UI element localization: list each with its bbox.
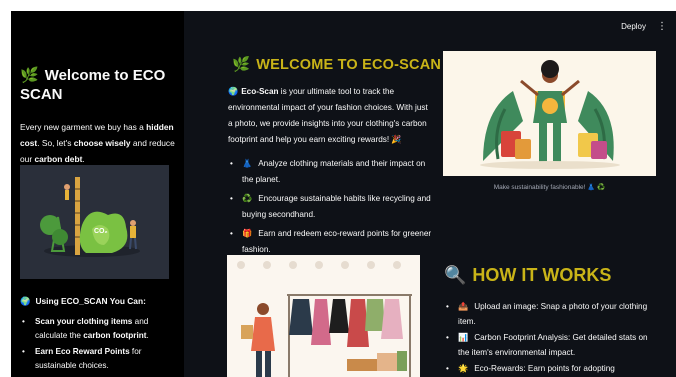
chart-icon: 📊 (458, 333, 469, 342)
feature-text: Earn and redeem eco-reward points for gr… (242, 229, 432, 254)
welcome-title-text: WELCOME TO ECO-SCAN (256, 57, 442, 73)
gift-icon: 🎁 (242, 229, 253, 238)
list-item: 👗Analyze clothing materials and their im… (228, 156, 433, 187)
sustainable-fashion-illustration (443, 51, 656, 176)
sidebar-subtitle-text: Using ECO_SCAN You Can: (35, 296, 146, 306)
co2-label: CO₂ (94, 228, 108, 235)
feature-text: Analyze clothing materials and their imp… (242, 159, 426, 184)
sidebar-subtitle: 🌍 Using ECO_SCAN You Can: (20, 296, 146, 307)
feature-text: Encourage sustainable habits like recycl… (242, 194, 431, 219)
magnifier-icon: 🔍 (444, 265, 467, 285)
list-item: 🌟 Eco-Rewards: Earn points for adopting (444, 362, 649, 377)
list-item: 📊Carbon Footprint Analysis: Get detailed… (444, 331, 649, 360)
seedling-icon: 🌿 (232, 57, 251, 73)
item-bold-2: carbon footprint (83, 331, 147, 340)
item-text-2: . (146, 331, 149, 340)
feature-list: 👗Analyze clothing materials and their im… (228, 156, 433, 261)
step-text: Upload an image: Snap a photo of your cl… (458, 302, 648, 326)
item-bold: Scan your clothing items (35, 317, 133, 326)
intro-text-2: . So, let's (37, 138, 74, 148)
step-text: Carbon Footprint Analysis: Get detailed … (458, 333, 648, 357)
welcome-description: 🌍 Eco-Scan is your ultimate tool to track… (228, 84, 428, 148)
deploy-button[interactable]: Deploy (621, 22, 646, 31)
how-it-works-list: 📤Upload an image: Snap a photo of your c… (444, 300, 649, 377)
dress-icon: 👗 (242, 159, 253, 168)
list-item: ♻️Encourage sustainable habits like recy… (228, 191, 433, 222)
sidebar-illustration: CO₂ (20, 165, 169, 279)
sidebar-intro: Every new garment we buy has a hidden co… (20, 119, 178, 167)
how-title-text: HOW IT WORKS (472, 265, 612, 285)
sidebar-title: 🌿 Welcome to ECO SCAN (20, 66, 180, 104)
shop-illustration (227, 255, 420, 377)
list-item: Scan your clothing items and calculate t… (20, 315, 180, 343)
star-icon: 🌟 (458, 364, 469, 373)
sidebar-feature-list: Scan your clothing items and calculate t… (20, 315, 180, 375)
brand-name: Eco-Scan (241, 87, 279, 96)
intro-bold-3: carbon debt (34, 154, 83, 164)
carbon-footprint-illustration: CO₂ (20, 165, 169, 279)
how-it-works-title: 🔍 HOW IT WORKS (444, 265, 611, 286)
welcome-title: 🌿 WELCOME TO ECO-SCAN (232, 56, 441, 73)
main-content: Deploy ⋮ 🌿 WELCOME TO ECO-SCAN 🌍 Eco-Scan … (184, 11, 676, 377)
recycle-icon: ♻️ (242, 194, 253, 203)
streamlit-app: 🌿 Welcome to ECO SCAN Every new garment w… (11, 11, 676, 377)
item-bold: Earn Eco Reward Points (35, 347, 130, 356)
list-item: Earn Eco Reward Points for sustainable c… (20, 345, 180, 373)
intro-text-4: . (82, 154, 85, 164)
seedling-icon: 🌿 (20, 67, 39, 84)
hero-illustration (443, 51, 656, 176)
intro-bold-2: choose wisely (73, 138, 131, 148)
sidebar: 🌿 Welcome to ECO SCAN Every new garment w… (11, 11, 184, 377)
main-menu-icon[interactable]: ⋮ (657, 21, 667, 32)
hero-caption: Make sustainability fashionable! 👗 ♻️ (493, 184, 606, 191)
intro-text-1: Every new garment we buy has a (20, 122, 147, 132)
sidebar-title-text: Welcome to ECO SCAN (20, 67, 166, 103)
list-item: 🎁Earn and redeem eco-reward points for g… (228, 226, 433, 257)
upload-icon: 📤 (458, 302, 469, 311)
clothing-rack-illustration (227, 255, 420, 377)
globe-icon: 🌍 (20, 296, 31, 306)
list-item: 📤Upload an image: Snap a photo of your c… (444, 300, 649, 329)
globe-icon: 🌍 (228, 87, 239, 96)
app-frame: 🌿 Welcome to ECO SCAN Every new garment w… (0, 0, 676, 377)
step-text: Eco-Rewards: Earn points for adopting (474, 364, 615, 373)
